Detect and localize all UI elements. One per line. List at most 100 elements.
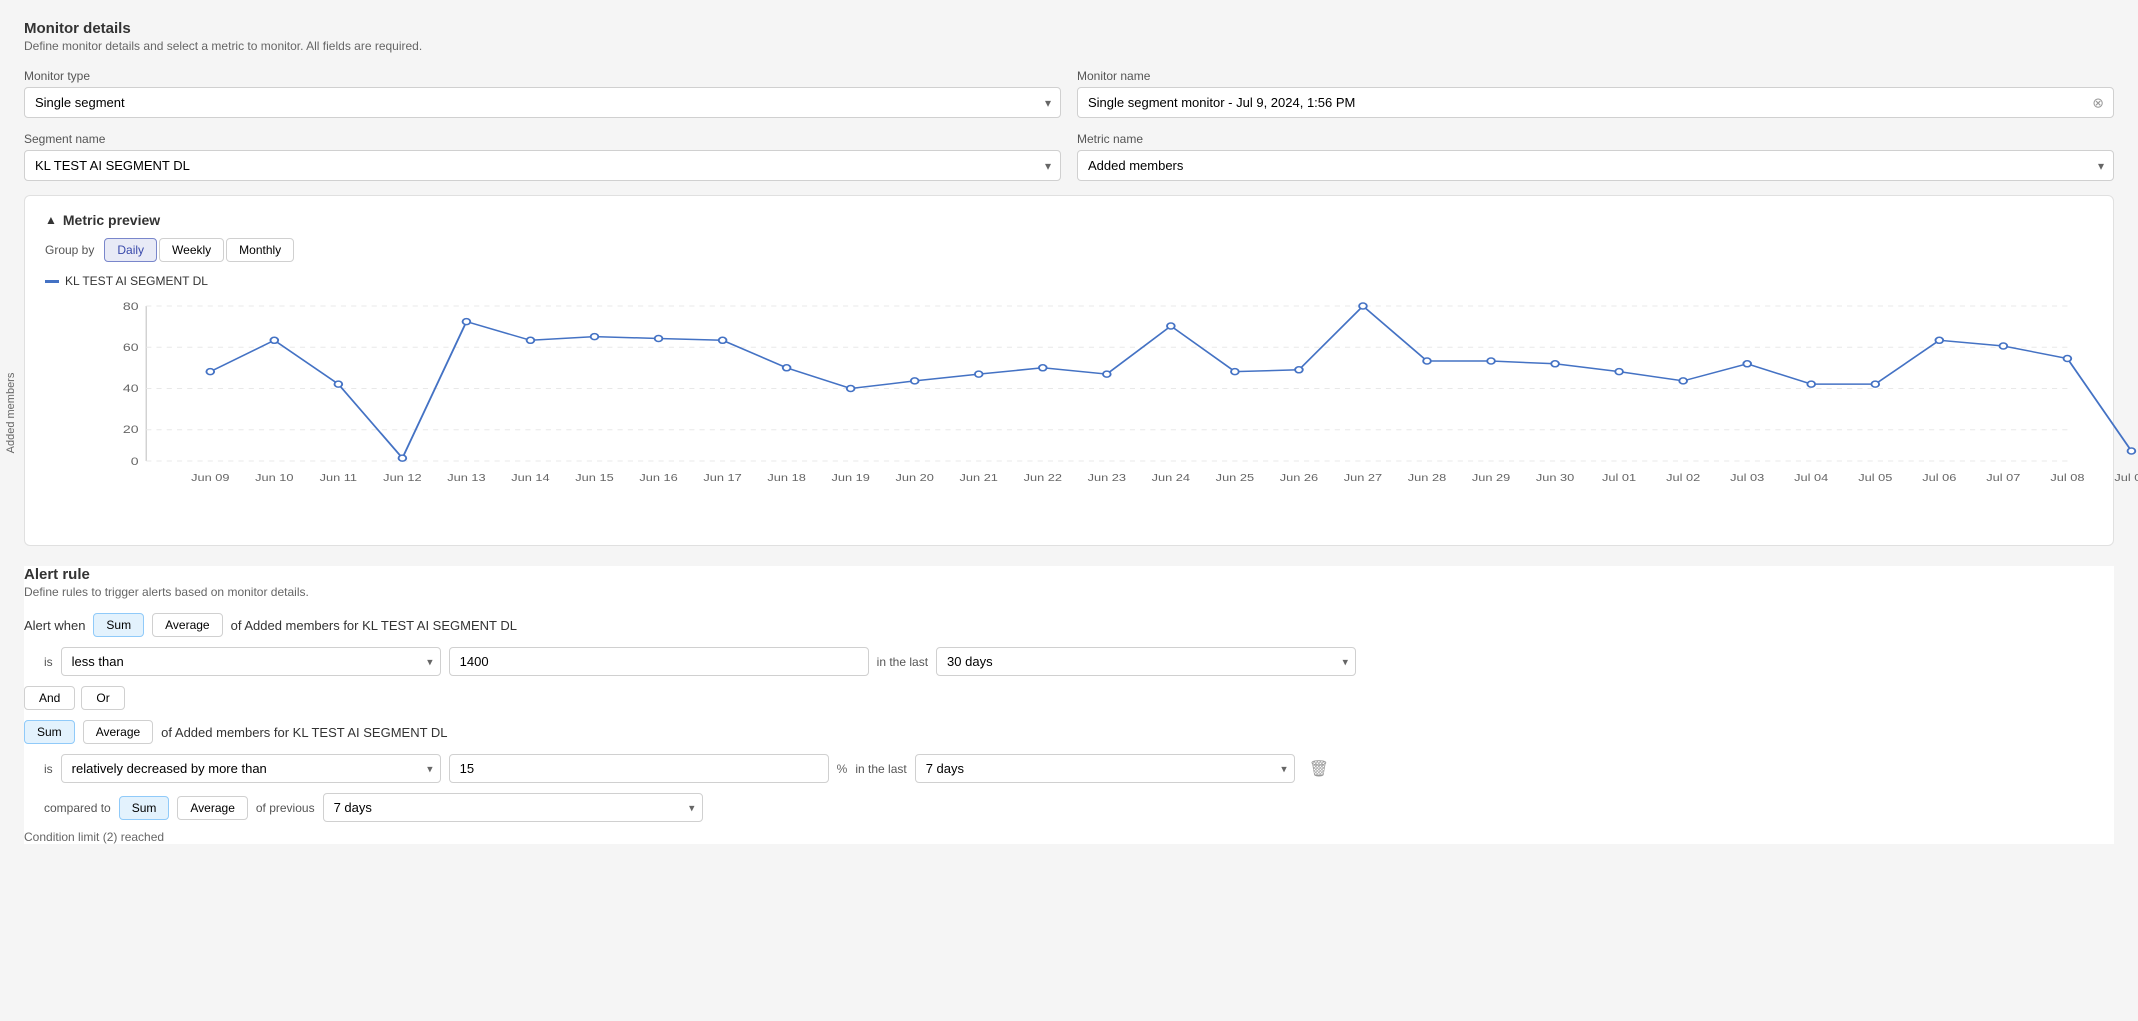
condition-1-is-label: is (44, 655, 53, 669)
svg-text:Jun 17: Jun 17 (703, 473, 741, 483)
condition-1-in-the-last-label: in the last (877, 655, 928, 669)
svg-text:Jun 27: Jun 27 (1344, 473, 1382, 483)
chart-wrapper: Added members 80 60 40 20 0 (45, 296, 2093, 529)
monitor-type-select[interactable]: Single segment (24, 87, 1061, 118)
monitor-details-section: Monitor details Define monitor details a… (24, 20, 2114, 181)
alert-sum-button[interactable]: Sum (93, 613, 144, 637)
svg-text:Jun 14: Jun 14 (511, 473, 550, 483)
svg-text:Jun 10: Jun 10 (255, 473, 293, 483)
monitor-type-group: Monitor type Single segment (24, 69, 1061, 118)
y-axis-label: Added members (5, 372, 17, 453)
monitor-details-title: Monitor details (24, 20, 2114, 37)
alert-metric-label: of Added members for KL TEST AI SEGMENT … (231, 618, 517, 633)
condition-1-row: is less than greater than equal to relat… (24, 647, 2114, 676)
condition-2-in-the-last-label: in the last (855, 762, 906, 776)
group-by-daily[interactable]: Daily (104, 238, 157, 262)
svg-text:Jun 12: Jun 12 (383, 473, 421, 483)
metric-preview-card: ▲ Metric preview Group by Daily Weekly M… (24, 195, 2114, 546)
chart-legend: KL TEST AI SEGMENT DL (45, 274, 2093, 288)
svg-text:Jun 16: Jun 16 (639, 473, 677, 483)
condition-2-time-select[interactable]: 7 days 14 days 30 days 60 days 90 days (915, 754, 1295, 783)
svg-text:Jun 30: Jun 30 (1536, 473, 1574, 483)
group-by-monthly[interactable]: Monthly (226, 238, 294, 262)
svg-text:Jun 15: Jun 15 (575, 473, 613, 483)
group-by-buttons: Daily Weekly Monthly (104, 238, 294, 262)
previous-time-select[interactable]: 7 days 14 days 30 days (323, 793, 703, 822)
previous-time-wrap: 7 days 14 days 30 days (323, 793, 703, 822)
alert-average-button[interactable]: Average (152, 613, 222, 637)
svg-text:Jun 18: Jun 18 (767, 473, 805, 483)
svg-text:Jul 04: Jul 04 (1794, 473, 1829, 483)
condition-2-select-wrap: less than greater than equal to relative… (61, 754, 441, 783)
svg-text:Jun 24: Jun 24 (1152, 473, 1191, 483)
alert-when-label: Alert when (24, 618, 85, 633)
condition-2-header-row: Sum Average of Added members for KL TEST… (24, 720, 2114, 744)
monitor-name-label: Monitor name (1077, 69, 2114, 83)
metric-name-select[interactable]: Added members (1077, 150, 2114, 181)
segment-name-select[interactable]: KL TEST AI SEGMENT DL (24, 150, 1061, 181)
svg-text:Jul 03: Jul 03 (1730, 473, 1764, 483)
svg-text:Jul 01: Jul 01 (1602, 473, 1636, 483)
svg-text:Jun 09: Jun 09 (191, 473, 229, 483)
condition-limit: Condition limit (2) reached (24, 830, 2114, 844)
alert-rule-title: Alert rule (24, 566, 2114, 583)
condition-2-metric-label: of Added members for KL TEST AI SEGMENT … (161, 725, 447, 740)
svg-text:Jul 08: Jul 08 (2050, 473, 2084, 483)
svg-text:Jul 05: Jul 05 (1858, 473, 1892, 483)
condition-1-value-input[interactable] (449, 647, 869, 676)
legend-label: KL TEST AI SEGMENT DL (65, 274, 208, 288)
monitor-name-group: Monitor name ⊗ (1077, 69, 2114, 118)
monitor-details-desc: Define monitor details and select a metr… (24, 39, 2114, 53)
svg-text:Jun 28: Jun 28 (1408, 473, 1446, 483)
percent-suffix: % (837, 762, 848, 776)
svg-text:Jun 21: Jun 21 (960, 473, 998, 483)
condition-2-time-wrap: 7 days 14 days 30 days 60 days 90 days (915, 754, 1295, 783)
monitor-name-input[interactable] (1077, 87, 2114, 118)
alert-rule-desc: Define rules to trigger alerts based on … (24, 585, 2114, 599)
compared-to-row: compared to Sum Average of previous 7 da… (44, 793, 2114, 822)
svg-text:40: 40 (123, 382, 139, 394)
condition-2-select[interactable]: less than greater than equal to relative… (61, 754, 441, 783)
condition-1-select[interactable]: less than greater than equal to relative… (61, 647, 441, 676)
condition-2-sum-button[interactable]: Sum (24, 720, 75, 744)
condition-2-value-input[interactable] (449, 754, 829, 783)
segment-name-group: Segment name KL TEST AI SEGMENT DL (24, 132, 1061, 181)
svg-text:Jun 29: Jun 29 (1472, 473, 1510, 483)
metric-name-group: Metric name Added members (1077, 132, 2114, 181)
svg-text:60: 60 (123, 341, 139, 353)
condition-1-time-wrap: 7 days 14 days 30 days 60 days 90 days (936, 647, 1356, 676)
alert-rule-section: Alert rule Define rules to trigger alert… (24, 566, 2114, 844)
svg-text:20: 20 (123, 423, 139, 435)
compared-average-button[interactable]: Average (177, 796, 247, 820)
metric-preview-header[interactable]: ▲ Metric preview (45, 212, 2093, 228)
svg-text:Jul 07: Jul 07 (1986, 473, 2020, 483)
chart-svg: 80 60 40 20 0 (95, 296, 2093, 496)
svg-text:Jul 02: Jul 02 (1666, 473, 1700, 483)
monitor-name-clear-icon[interactable]: ⊗ (2092, 94, 2104, 111)
metric-preview-title: Metric preview (63, 212, 160, 228)
condition-1-select-wrap: less than greater than equal to relative… (61, 647, 441, 676)
svg-text:Jun 26: Jun 26 (1280, 473, 1318, 483)
group-by-weekly[interactable]: Weekly (159, 238, 224, 262)
or-button[interactable]: Or (81, 686, 124, 710)
svg-text:Jun 11: Jun 11 (320, 473, 357, 483)
svg-text:Jul 06: Jul 06 (1922, 473, 1956, 483)
condition-2-is-label: is (44, 762, 53, 776)
svg-text:Jun 13: Jun 13 (447, 473, 485, 483)
and-button[interactable]: And (24, 686, 75, 710)
metric-name-label: Metric name (1077, 132, 2114, 146)
svg-text:Jun 19: Jun 19 (831, 473, 869, 483)
svg-text:0: 0 (131, 455, 139, 467)
svg-text:Jun 23: Jun 23 (1088, 473, 1126, 483)
svg-text:Jun 20: Jun 20 (895, 473, 933, 483)
and-or-row: And Or (24, 686, 2114, 710)
condition-2-delete-button[interactable]: 🗑 (1303, 757, 1335, 781)
compared-sum-button[interactable]: Sum (119, 796, 170, 820)
condition-2-row: is less than greater than equal to relat… (24, 754, 2114, 783)
svg-text:Jun 22: Jun 22 (1024, 473, 1062, 483)
chevron-up-icon: ▲ (45, 213, 57, 227)
condition-1-time-select[interactable]: 7 days 14 days 30 days 60 days 90 days (936, 647, 1356, 676)
condition-2-average-button[interactable]: Average (83, 720, 153, 744)
svg-text:80: 80 (123, 300, 139, 312)
svg-text:Jun 25: Jun 25 (1216, 473, 1254, 483)
